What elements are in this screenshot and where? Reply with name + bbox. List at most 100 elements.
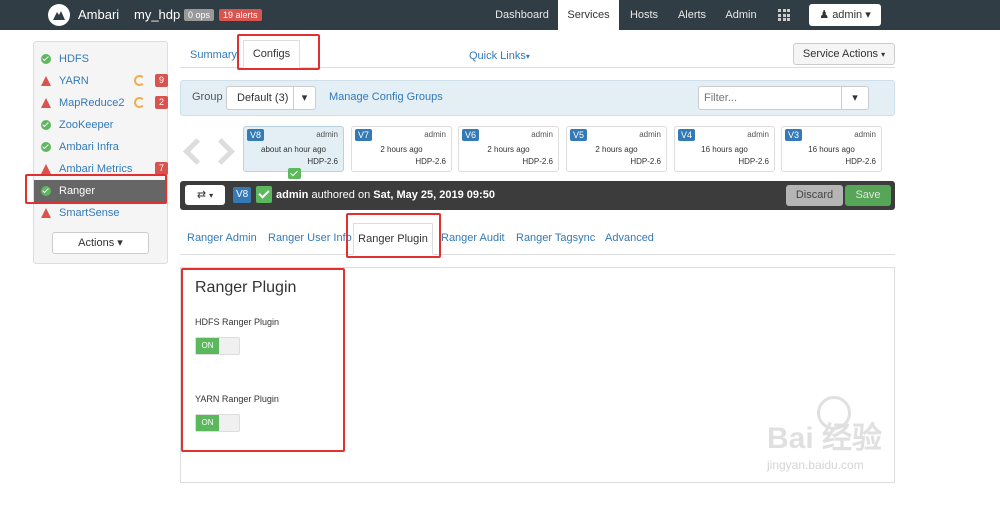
nav-services[interactable]: Services (558, 0, 619, 30)
discard-button[interactable]: Discard (786, 185, 843, 206)
version-tag: V6 (462, 129, 480, 141)
version-author: admin (316, 130, 338, 139)
next-versions-arrow-icon[interactable] (212, 138, 234, 166)
caret-down-icon: ▾ (117, 237, 123, 249)
current-version-check-icon (256, 186, 272, 203)
actions-button[interactable]: Actions ▾ (52, 232, 149, 254)
actions-button-label: Actions (78, 237, 115, 249)
version-time: 16 hours ago (701, 145, 748, 154)
status-ok-icon (41, 186, 51, 196)
version-box-v3[interactable]: V3 admin 16 hours ago HDP-2.6 (781, 126, 882, 172)
version-authored-info: admin authored on Sat, May 25, 2019 09:5… (276, 189, 495, 201)
sidebar-item-ambari-infra[interactable]: Ambari Infra (34, 136, 167, 158)
manage-config-groups-link[interactable]: Manage Config Groups (329, 91, 443, 103)
status-alert-icon (41, 98, 51, 108)
subtab-ranger-admin[interactable]: Ranger Admin (187, 232, 257, 244)
alert-count-badge: 9 (155, 74, 169, 87)
status-ok-icon (41, 120, 51, 130)
status-ok-icon (41, 142, 51, 152)
alerts-badge[interactable]: 19 alerts (219, 9, 262, 21)
sidebar-item-label: HDFS (59, 53, 89, 65)
ambari-logo-icon[interactable] (48, 4, 70, 26)
version-stack: HDP-2.6 (738, 157, 769, 166)
group-label: Group (192, 91, 223, 103)
current-version-bar: ⇄ ▾ V8 admin authored on Sat, May 25, 20… (180, 181, 895, 210)
version-tag: V3 (785, 129, 803, 141)
version-box-v8[interactable]: V8 admin about an hour ago HDP-2.6 (243, 126, 344, 179)
sidebar-item-hdfs[interactable]: HDFS (34, 48, 167, 70)
quick-links-dropdown[interactable]: Quick Links▾ (469, 50, 530, 62)
sidebar-item-label: SmartSense (59, 207, 120, 219)
subtab-advanced[interactable]: Advanced (605, 232, 654, 244)
baidu-watermark: Bai 经验 jingyan.baidu.com (767, 396, 947, 490)
nav-dashboard[interactable]: Dashboard (490, 0, 554, 30)
sidebar-item-smartsense[interactable]: SmartSense (34, 202, 167, 224)
sidebar-item-yarn[interactable]: YARN 9 (34, 70, 169, 92)
service-actions-button[interactable]: Service Actions ▾ (793, 43, 895, 65)
version-box-v6[interactable]: V6 admin 2 hours ago HDP-2.6 (458, 126, 559, 172)
config-group-bar: Group Default (3) ▾ Manage Config Groups… (180, 80, 895, 116)
hdfs-plugin-label: HDFS Ranger Plugin (195, 317, 280, 327)
yarn-plugin-toggle[interactable]: ON (195, 414, 240, 432)
refresh-icon[interactable] (134, 97, 145, 108)
filter-field[interactable]: ▾ (698, 86, 869, 110)
version-stack: HDP-2.6 (415, 157, 446, 166)
prev-versions-arrow-icon[interactable] (181, 138, 203, 166)
sidebar-item-ranger[interactable]: Ranger (34, 180, 167, 202)
user-menu-button[interactable]: ♟ admin ▾ (809, 4, 881, 26)
sidebar-item-label: Ranger (59, 185, 96, 197)
version-author: admin (639, 130, 661, 139)
version-author: admin (424, 130, 446, 139)
subtabs-underline (180, 254, 895, 255)
version-stack: HDP-2.6 (522, 157, 553, 166)
refresh-icon[interactable] (134, 75, 145, 86)
caret-down-icon[interactable]: ▾ (841, 87, 868, 109)
alert-count-badge: 7 (155, 162, 169, 175)
version-box-v5[interactable]: V5 admin 2 hours ago HDP-2.6 (566, 126, 667, 172)
version-time: 2 hours ago (487, 145, 530, 154)
subtab-ranger-tagsync[interactable]: Ranger Tagsync (516, 232, 595, 244)
status-alert-icon (41, 76, 51, 86)
filter-input[interactable] (700, 88, 840, 108)
version-author: admin (747, 130, 769, 139)
version-author: admin (531, 130, 553, 139)
watermark-main: Bai 经验 (767, 422, 883, 455)
caret-down-icon: ▾ (525, 52, 530, 61)
version-time: 2 hours ago (380, 145, 423, 154)
tab-summary[interactable]: Summary (190, 44, 237, 66)
user-icon: ♟ (819, 9, 830, 21)
ops-badge[interactable]: 0 ops (184, 9, 215, 21)
toggle-state: ON (196, 338, 219, 354)
shuffle-icon: ⇄ (196, 189, 207, 201)
top-navbar: Ambari my_hdp 0 ops 19 alerts Dashboard … (0, 0, 1000, 30)
status-ok-icon (41, 54, 51, 64)
version-time: 16 hours ago (808, 145, 855, 154)
config-group-select[interactable]: Default (3) ▾ (226, 86, 316, 110)
brand-name[interactable]: Ambari (78, 7, 119, 22)
save-button[interactable]: Save (845, 185, 891, 206)
version-box-v7[interactable]: V7 admin 2 hours ago HDP-2.6 (351, 126, 452, 172)
subtab-ranger-user-info[interactable]: Ranger User Info (268, 232, 352, 244)
current-version-check-icon (288, 168, 301, 179)
nav-alerts[interactable]: Alerts (671, 0, 713, 30)
sidebar-item-mapreduce2[interactable]: MapReduce2 2 (34, 92, 169, 114)
caret-down-icon: ▾ (865, 9, 871, 21)
sidebar-item-zookeeper[interactable]: ZooKeeper (34, 114, 167, 136)
sidebar-item-ambari-metrics[interactable]: Ambari Metrics 7 (34, 158, 169, 180)
quick-links-label: Quick Links (469, 50, 526, 62)
config-group-value: Default (3) (237, 92, 289, 104)
views-grid-icon[interactable] (778, 9, 790, 21)
subtab-ranger-plugin[interactable]: Ranger Plugin (353, 223, 433, 255)
user-menu-label: admin (832, 9, 863, 21)
nav-hosts[interactable]: Hosts (623, 0, 665, 30)
cluster-name[interactable]: my_hdp (134, 7, 180, 22)
version-stack: HDP-2.6 (630, 157, 661, 166)
version-box-v4[interactable]: V4 admin 16 hours ago HDP-2.6 (674, 126, 775, 172)
compare-versions-button[interactable]: ⇄ ▾ (185, 185, 225, 205)
nav-admin[interactable]: Admin (720, 0, 762, 30)
tab-configs[interactable]: Configs (243, 40, 300, 68)
hdfs-plugin-toggle[interactable]: ON (195, 337, 240, 355)
caret-down-icon[interactable]: ▾ (293, 87, 315, 109)
subtab-ranger-audit[interactable]: Ranger Audit (441, 232, 505, 244)
sidebar-item-label: Ambari Infra (59, 141, 119, 153)
